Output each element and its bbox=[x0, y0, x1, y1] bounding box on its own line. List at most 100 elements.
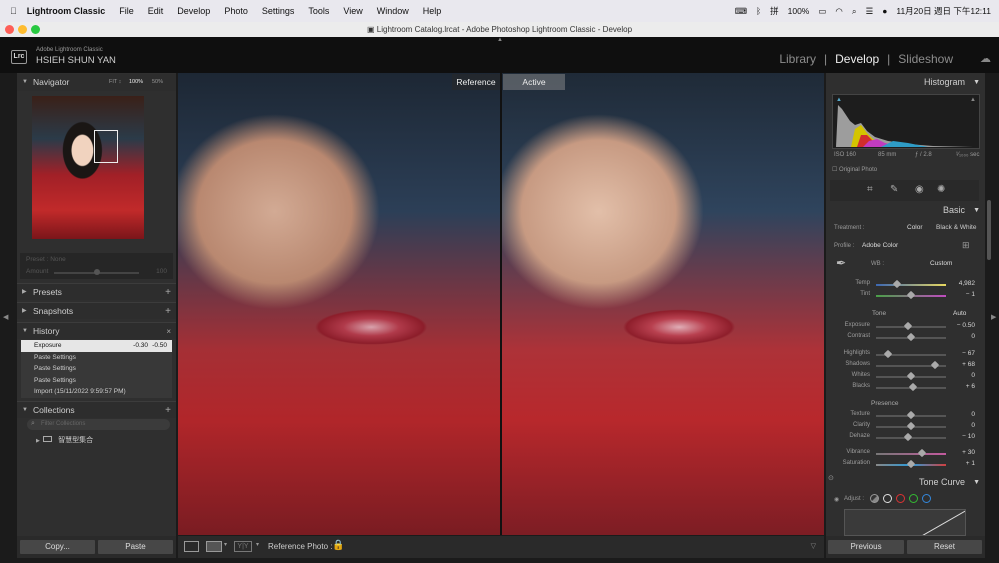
parametric-curve-icon[interactable] bbox=[870, 494, 879, 503]
shadow-clip-icon[interactable]: ▲ bbox=[836, 97, 842, 103]
highlight-clip-icon[interactable]: ▲ bbox=[970, 97, 976, 103]
original-photo-checkbox[interactable]: ☐ Original Photo bbox=[832, 166, 877, 173]
slider-clarity[interactable]: Clarity 0 bbox=[832, 421, 976, 432]
slider-knob[interactable] bbox=[908, 382, 918, 392]
active-photo[interactable] bbox=[502, 73, 824, 535]
apple-icon[interactable]:  bbox=[10, 6, 17, 16]
add-preset-icon[interactable]: + bbox=[165, 284, 171, 301]
history-header[interactable]: ▼ History × bbox=[17, 322, 176, 339]
slider-knob[interactable] bbox=[903, 321, 913, 331]
history-item[interactable]: Paste Settings bbox=[21, 363, 172, 375]
healing-tool-icon[interactable]: ✎ bbox=[890, 184, 898, 195]
module-slideshow[interactable]: Slideshow bbox=[898, 52, 953, 66]
slider-value[interactable]: + 1 bbox=[966, 460, 975, 467]
slider-vibrance[interactable]: Vibrance + 30 bbox=[832, 448, 976, 459]
expand-triangle-icon[interactable]: ▶ bbox=[36, 438, 41, 444]
battery-icon[interactable]: ▭ bbox=[818, 6, 826, 17]
slider-knob[interactable] bbox=[906, 290, 916, 300]
smart-collection-item[interactable]: ▶ 智慧型集合 bbox=[36, 435, 93, 445]
module-develop[interactable]: Develop bbox=[835, 52, 879, 66]
siri-icon[interactable]: ● bbox=[882, 6, 887, 16]
slider-value[interactable]: − 0.50 bbox=[957, 322, 975, 329]
control-center-icon[interactable]: ☰ bbox=[866, 6, 874, 17]
clock[interactable]: 11月20日 週日 下午12:11 bbox=[896, 5, 991, 17]
left-panel-toggle-icon[interactable]: ◀ bbox=[3, 313, 8, 321]
slider-knob[interactable] bbox=[892, 279, 902, 289]
slider-temp[interactable]: Temp 4,982 bbox=[832, 279, 976, 290]
red-eye-tool-icon[interactable]: ◉ bbox=[915, 184, 924, 195]
slider-value[interactable]: + 30 bbox=[962, 449, 975, 456]
zoom-100[interactable]: 100% bbox=[129, 74, 143, 91]
slider-value[interactable]: + 6 bbox=[966, 383, 975, 390]
tone-curve-graph[interactable] bbox=[844, 509, 966, 536]
zoom-fit[interactable]: FIT ↕ bbox=[109, 74, 121, 91]
toolbar-menu-icon[interactable]: ▽ bbox=[811, 542, 816, 550]
paste-button[interactable]: Paste bbox=[98, 540, 173, 554]
menu-tools[interactable]: Tools bbox=[308, 6, 329, 16]
slider-tint[interactable]: Tint − 1 bbox=[832, 290, 976, 301]
slider-knob[interactable] bbox=[930, 360, 940, 370]
profile-browser-icon[interactable]: ⊞ bbox=[962, 240, 970, 251]
expand-triangle-icon[interactable]: ▶ bbox=[22, 303, 27, 320]
navigator-header[interactable]: ▼ Navigator FIT ↕ 100% 50% bbox=[17, 74, 176, 91]
module-library[interactable]: Library bbox=[779, 52, 816, 66]
menu-photo[interactable]: Photo bbox=[224, 6, 248, 16]
blue-channel-icon[interactable] bbox=[922, 494, 931, 503]
slider-contrast[interactable]: Contrast 0 bbox=[832, 332, 976, 343]
auto-tone-button[interactable]: Auto bbox=[953, 310, 966, 317]
slider-value[interactable]: 4,982 bbox=[959, 280, 975, 287]
slider-value[interactable]: + 68 bbox=[962, 361, 975, 368]
tone-curve-header[interactable]: Tone Curve ▼ bbox=[826, 474, 985, 491]
slider-value[interactable]: 0 bbox=[971, 422, 975, 429]
presets-header[interactable]: ▶ Presets + bbox=[17, 283, 176, 300]
slider-exposure[interactable]: Exposure − 0.50 bbox=[832, 321, 976, 332]
menu-help[interactable]: Help bbox=[423, 6, 442, 16]
add-snapshot-icon[interactable]: + bbox=[165, 303, 171, 320]
slider-knob[interactable] bbox=[917, 448, 926, 458]
slider-value[interactable]: 0 bbox=[971, 372, 975, 379]
masking-tool-icon[interactable]: ✺ bbox=[937, 184, 945, 195]
red-channel-icon[interactable] bbox=[896, 494, 905, 503]
clear-history-icon[interactable]: × bbox=[166, 323, 171, 340]
slider-knob[interactable] bbox=[906, 371, 916, 381]
loupe-view-icon[interactable] bbox=[184, 541, 199, 552]
right-panel-toggle-icon[interactable]: ▶ bbox=[991, 313, 996, 321]
snapshots-header[interactable]: ▶ Snapshots + bbox=[17, 302, 176, 319]
crop-tool-icon[interactable]: ⌗ bbox=[867, 184, 873, 195]
reference-photo[interactable] bbox=[178, 73, 500, 535]
menu-window[interactable]: Window bbox=[377, 6, 409, 16]
menu-edit[interactable]: Edit bbox=[148, 6, 164, 16]
expand-triangle-icon[interactable]: ▶ bbox=[22, 284, 27, 301]
close-window-button[interactable] bbox=[5, 25, 14, 34]
wifi-icon[interactable]: ◠ bbox=[835, 6, 842, 17]
slider-whites[interactable]: Whites 0 bbox=[832, 371, 976, 382]
slider-knob[interactable] bbox=[906, 410, 916, 420]
copy-button[interactable]: Copy... bbox=[20, 540, 95, 554]
collapse-triangle-icon[interactable]: ▼ bbox=[973, 202, 980, 219]
slider-knob[interactable] bbox=[906, 459, 916, 469]
green-channel-icon[interactable] bbox=[909, 494, 918, 503]
slider-value[interactable]: − 10 bbox=[962, 433, 975, 440]
treatment-color-button[interactable]: Color bbox=[907, 224, 923, 231]
history-item[interactable]: Paste Settings bbox=[21, 351, 172, 364]
search-icon[interactable]: ⌕ bbox=[852, 6, 857, 17]
white-balance-picker-icon[interactable]: ✒ bbox=[836, 256, 846, 270]
minimize-window-button[interactable] bbox=[18, 25, 27, 34]
slider-value[interactable]: 0 bbox=[971, 411, 975, 418]
slider-value[interactable]: − 67 bbox=[962, 350, 975, 357]
collapse-triangle-icon[interactable]: ▼ bbox=[973, 474, 980, 491]
curve-adjust-icon[interactable]: ◉ bbox=[834, 496, 839, 503]
slider-value[interactable]: 0 bbox=[971, 333, 975, 340]
menu-file[interactable]: File bbox=[119, 6, 134, 16]
collections-search-input[interactable]: Filter Collections bbox=[27, 419, 170, 430]
wb-select[interactable]: Custom bbox=[930, 260, 952, 267]
navigator-zoom-box[interactable] bbox=[94, 130, 118, 163]
cloud-icon[interactable]: ☁ bbox=[980, 52, 991, 65]
collections-header[interactable]: ▼ Collections + bbox=[17, 401, 176, 418]
reset-button[interactable]: Reset bbox=[907, 540, 982, 554]
before-after-view-icon[interactable]: Y|Y bbox=[234, 541, 252, 552]
zoom-50[interactable]: 50% bbox=[152, 74, 163, 91]
slider-knob[interactable] bbox=[906, 421, 916, 431]
keyboard-icon[interactable]: ⌨ bbox=[735, 6, 747, 17]
history-item[interactable]: Import (15/11/2022 9:59:57 PM) bbox=[21, 386, 172, 398]
